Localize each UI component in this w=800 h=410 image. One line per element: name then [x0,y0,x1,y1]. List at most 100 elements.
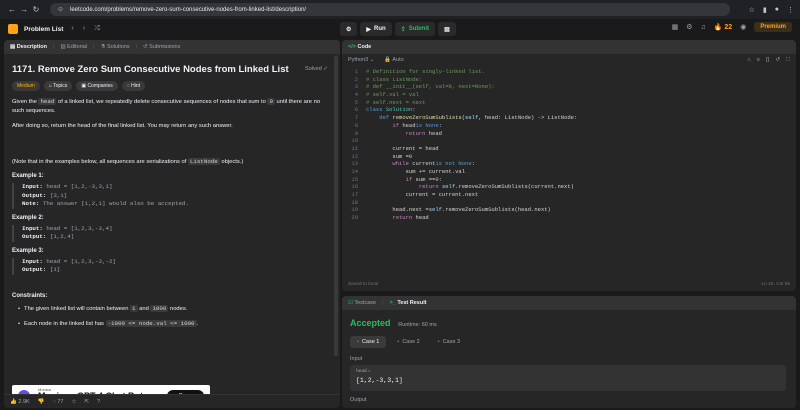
text: nodes. [168,305,188,312]
dislike-icon[interactable]: 👎 [38,399,45,405]
tab-solutions-label: Solutions [106,44,130,50]
avatar[interactable]: ◉ [740,23,746,31]
problem-title[interactable]: 1171. Remove Zero Sum Consecutive Nodes … [12,64,332,75]
share-icon[interactable]: ⇱ [84,399,89,405]
text: Given the [12,99,39,105]
hint-tag[interactable]: ◌ Hint [121,81,146,91]
streak-value: 22 [724,24,733,31]
companies-label: Companies [87,83,113,89]
tab-editorial[interactable]: ▥ Editorial [60,44,87,50]
text: (Note that in the examples below, all se… [12,159,188,165]
solved-status: Solved ✓ [305,66,328,72]
problem-note: (Note that in the examples below, all se… [12,157,332,167]
layout-icon[interactable]: ▦ [672,23,679,31]
tab-solutions[interactable]: ⚗ Solutions [100,44,129,50]
tab-test-result-label: Test Result [397,300,427,306]
site-info-icon[interactable]: ⊝ [58,6,66,13]
leetcode-logo[interactable] [8,24,18,34]
profile-icon[interactable]: ● [775,6,779,14]
case-tab-3[interactable]: • Case 3 [431,336,467,348]
run-button[interactable]: ▶ Run [360,22,392,36]
submit-label: Submit [408,26,430,32]
tab-description[interactable]: ▤ Description [10,44,47,50]
code-panel: </> Code Python3 ⌄ 🔒 Auto ⌂ ≡ {} ↺ ⛶ 1 # … [342,40,796,291]
comments-button[interactable]: ◌ 77 [53,399,64,405]
scrollbar[interactable] [334,56,338,356]
shuffle-icon[interactable]: ⤮ [94,25,100,33]
code-line: 15 if sum == 0: [351,175,442,183]
help-icon[interactable]: ? [97,399,100,405]
forward-icon[interactable]: → [18,5,30,14]
example-input: head = [1,2,3,-3,4] [46,224,113,232]
pass-dot-icon: • [397,339,400,345]
list-item: The given linked list will contain betwe… [18,304,332,312]
bookmark-icon[interactable]: ⌂ [747,57,750,64]
tab-test-result[interactable]: >_ Test Result [390,300,427,306]
inline-code: ListNode [187,158,220,165]
example-heading: Example 1: [12,173,44,179]
description-tabs: ▤ Description | ▥ Editorial | ⚗ Solution… [4,40,340,54]
inline-code: 1 [130,304,138,312]
code-icon: </> [348,44,356,50]
notes-icon: ▤ [444,26,450,33]
hint-label: Hint [131,83,141,89]
code-editor[interactable]: 1 # Definition for singly-linked list. 2 #… [342,66,796,276]
prev-problem-icon[interactable]: ‹ [71,25,73,33]
brackets-icon[interactable]: {} [766,57,770,64]
case-label: Case 1 [361,339,380,345]
code-line: 14 sum += current.val [351,167,466,175]
format-icon[interactable]: ≡ [757,57,760,64]
debug-button[interactable]: ⚙ [340,22,358,36]
code-line: 16 return self .removeZeroSumSublists(cur… [351,183,574,191]
expand-icon[interactable]: ⛶ [786,57,790,64]
result-status: Accepted [350,318,391,328]
comments-count: 77 [57,398,64,405]
text: of a linked list, we repeatedly delete c… [56,99,268,105]
example-heading: Example 2: [12,214,44,221]
tab-submissions[interactable]: ↺ Submissions [143,44,180,50]
result-content: Accepted Runtime: 60 ms • Case 1 • Case 2 … [342,310,796,403]
next-problem-icon[interactable]: › [83,25,85,33]
divider: | [135,44,138,50]
code-line: 5 # self.next = next [354,98,426,106]
like-button[interactable]: 👍 2.9K [10,399,30,405]
streak-counter[interactable]: 🔥 22 [714,23,732,31]
reload-icon[interactable]: ↻ [30,5,42,14]
notes-button[interactable]: ▤ [438,22,456,36]
problem-list-link[interactable]: Problem List [24,26,63,33]
auto-toggle[interactable]: 🔒 Auto [384,57,403,63]
case-tab-2[interactable]: • Case 2 [390,336,426,348]
example-block: Input: head = [1,2,-3,3,1] Output: [3,1]… [12,183,332,209]
tab-submissions-label: Submissions [149,44,181,50]
example-input: head = [1,2,-3,3,1] [46,183,113,190]
description-footer: 👍 2.9K 👎 ◌ 77 ☆ ⇱ ? [4,394,340,408]
menu-icon[interactable]: ⋮ [787,6,794,14]
reset-icon[interactable]: ↺ [776,57,781,64]
settings-icon[interactable]: ⚙ [686,23,692,31]
companies-tag[interactable]: ▣ Companies [76,81,118,91]
language-select[interactable]: Python3 ⌄ [348,57,374,63]
submit-button[interactable]: ⇪ Submit [394,22,436,36]
bookmark-icon[interactable]: ☆ [749,6,755,14]
tab-code[interactable]: </> Code [348,44,371,50]
address-bar[interactable]: ⊝ leetcode.com/problems/remove-zero-sum-… [50,3,730,16]
case-tab-1[interactable]: • Case 1 [350,336,387,348]
back-icon[interactable]: ← [6,5,18,14]
notification-icon[interactable]: ♫ [700,24,705,31]
save-status: Saved to local [348,282,379,287]
topics-tag[interactable]: ⌂ Topics [43,81,73,91]
editor-toolbar: Python3 ⌄ 🔒 Auto ⌂ ≡ {} ↺ ⛶ [342,54,796,66]
variable-name: head = [356,369,371,374]
case-label: Case 3 [442,339,461,345]
tab-testcase[interactable]: ☑ Testcase [348,300,376,306]
favorite-icon[interactable]: ☆ [72,399,77,405]
sidebar-icon[interactable]: ▮ [763,6,767,14]
url-text: leetcode.com/problems/remove-zero-sum-co… [70,6,307,13]
editor-statusbar: Saved to local Ln 15, Col 56 [342,282,796,287]
input-label: Input [350,356,363,362]
premium-button[interactable]: Premium [754,22,792,32]
code-line: 3 # def __init__(self, val=0, next=None): [354,83,495,91]
code-line: 18 [351,198,358,206]
code-tabs: </> Code [342,40,796,54]
case-tabs: • Case 1 • Case 2 • Case 3 [350,336,788,348]
